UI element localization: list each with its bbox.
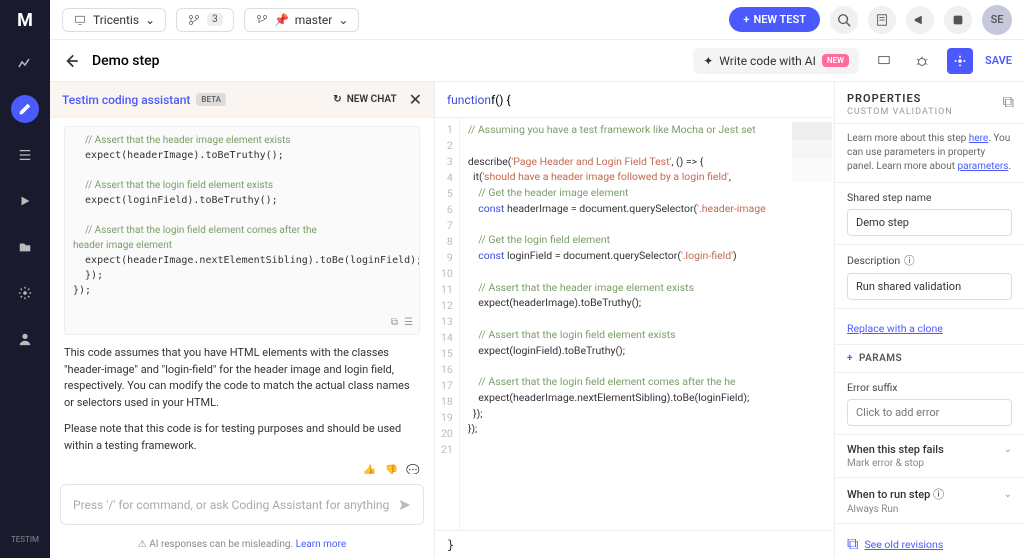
when-run-row[interactable]: When to run step ⓘ⌄ Always Run bbox=[835, 478, 1024, 524]
new-test-button[interactable]: +NEW TEST bbox=[729, 7, 820, 32]
logo: M bbox=[17, 10, 33, 31]
announce-icon[interactable] bbox=[906, 6, 934, 34]
avatar[interactable]: SE bbox=[982, 5, 1012, 35]
parameters-link[interactable]: parameters bbox=[958, 161, 1009, 172]
error-suffix-input[interactable] bbox=[847, 399, 1012, 426]
when-fails-row[interactable]: When this step fails⌄ Mark error & stop bbox=[835, 435, 1024, 478]
search-icon[interactable] bbox=[830, 6, 858, 34]
info-icon: ⓘ bbox=[904, 253, 915, 268]
code-editor[interactable]: 123456789101112131415161718192021 // Ass… bbox=[435, 118, 834, 530]
monitor-tool-icon[interactable] bbox=[871, 48, 897, 74]
bug-tool-icon[interactable] bbox=[909, 48, 935, 74]
old-revisions-link[interactable]: See old revisions bbox=[864, 538, 943, 551]
info-icon: ⓘ bbox=[933, 488, 944, 501]
left-rail: M TESTIM bbox=[0, 0, 50, 558]
description-input[interactable] bbox=[847, 273, 1012, 300]
more-icon[interactable]: ☰ bbox=[404, 315, 413, 330]
prompt-input[interactable] bbox=[73, 498, 398, 512]
rail-play-icon[interactable] bbox=[11, 187, 39, 215]
rail-folder-icon[interactable] bbox=[11, 233, 39, 261]
chevron-down-icon: ⌄ bbox=[145, 13, 155, 27]
rail-dashboard-icon[interactable] bbox=[11, 49, 39, 77]
chevron-down-icon: ⌄ bbox=[338, 13, 348, 27]
revisions-icon: ⧉ bbox=[847, 534, 858, 554]
topbar: Tricentis ⌄ 3 📌 master ⌄ +NEW TEST SE bbox=[50, 0, 1024, 40]
rail-edit-icon[interactable] bbox=[11, 95, 39, 123]
monitor-icon bbox=[73, 13, 87, 27]
branch-count[interactable]: 3 bbox=[176, 8, 234, 32]
step-header: Demo step ✦ Write code with AI NEW SAVE bbox=[50, 40, 1024, 82]
assistant-code-block: // Assert that the header image element … bbox=[64, 126, 420, 335]
docs-icon[interactable] bbox=[868, 6, 896, 34]
sparkle-icon: ✦ bbox=[703, 54, 713, 68]
rail-label: TESTIM bbox=[11, 535, 39, 544]
assistant-panel: Testim coding assistant BETA ↻ NEW CHAT … bbox=[50, 82, 435, 558]
chevron-down-icon: ⌄ bbox=[1004, 489, 1012, 500]
properties-info: Learn more about this step here. You can… bbox=[835, 124, 1024, 183]
learn-more-link[interactable]: Learn more bbox=[296, 539, 347, 550]
function-signature: function f() { bbox=[435, 82, 834, 118]
thumbs-up-icon[interactable]: 👍 bbox=[363, 464, 377, 474]
shared-step-label: Shared step name bbox=[847, 191, 1012, 204]
copy-icon[interactable]: ⧉ bbox=[391, 315, 398, 330]
rail-user-icon[interactable] bbox=[11, 325, 39, 353]
project-selector[interactable]: Tricentis ⌄ bbox=[62, 8, 166, 32]
thumbs-down-icon[interactable]: 👎 bbox=[385, 464, 399, 474]
properties-title: PROPERTIES bbox=[847, 92, 1012, 105]
pin-icon: 📌 bbox=[275, 13, 289, 27]
plus-icon: + bbox=[847, 353, 853, 364]
properties-subtitle: CUSTOM VALIDATION bbox=[847, 107, 1012, 117]
shared-step-input[interactable] bbox=[847, 209, 1012, 236]
properties-panel: PROPERTIES CUSTOM VALIDATION ⧉ Learn mor… bbox=[834, 82, 1024, 558]
help-icon[interactable] bbox=[944, 6, 972, 34]
step-title: Demo step bbox=[92, 53, 160, 69]
branch-selector[interactable]: 📌 master ⌄ bbox=[244, 8, 360, 32]
write-code-ai-button[interactable]: ✦ Write code with AI NEW bbox=[693, 48, 859, 74]
warning-icon: ⚠ bbox=[138, 539, 147, 550]
copy-icon[interactable]: ⧉ bbox=[1003, 92, 1014, 112]
code-editor-panel: function f() { 1234567891011121314151617… bbox=[435, 82, 834, 558]
replace-clone-link[interactable]: Replace with a clone bbox=[847, 322, 943, 335]
assistant-name: Testim coding assistant bbox=[62, 93, 190, 107]
assistant-explanation-2: Please note that this code is for testin… bbox=[64, 421, 420, 454]
branch-icon bbox=[255, 13, 269, 27]
function-close: } bbox=[435, 530, 834, 558]
branch-icon bbox=[187, 13, 201, 27]
chevron-down-icon: ⌄ bbox=[1004, 444, 1012, 455]
beta-badge: BETA bbox=[196, 93, 226, 106]
save-button[interactable]: SAVE bbox=[985, 54, 1012, 67]
settings-tool-icon[interactable] bbox=[947, 48, 973, 74]
rail-list-icon[interactable] bbox=[11, 141, 39, 169]
close-icon[interactable]: ✕ bbox=[409, 90, 422, 109]
send-icon[interactable]: ➤ bbox=[398, 495, 411, 514]
params-toggle[interactable]: + PARAMS bbox=[835, 345, 1024, 373]
back-arrow-icon[interactable] bbox=[62, 52, 80, 70]
new-chat-button[interactable]: ↻ NEW CHAT bbox=[333, 94, 396, 105]
comment-icon[interactable]: 💬 bbox=[406, 464, 420, 474]
refresh-icon: ↻ bbox=[333, 94, 341, 105]
prompt-box: ➤ bbox=[60, 484, 424, 525]
error-suffix-label: Error suffix bbox=[847, 381, 1012, 394]
here-link[interactable]: here bbox=[969, 133, 988, 144]
assistant-explanation-1: This code assumes that you have HTML ele… bbox=[64, 345, 420, 411]
disclaimer: ⚠ AI responses can be misleading. Learn … bbox=[50, 535, 434, 558]
minimap[interactable] bbox=[792, 122, 832, 182]
plus-icon: + bbox=[743, 13, 749, 26]
description-label: Descriptionⓘ bbox=[847, 253, 1012, 268]
rail-gear-icon[interactable] bbox=[11, 279, 39, 307]
